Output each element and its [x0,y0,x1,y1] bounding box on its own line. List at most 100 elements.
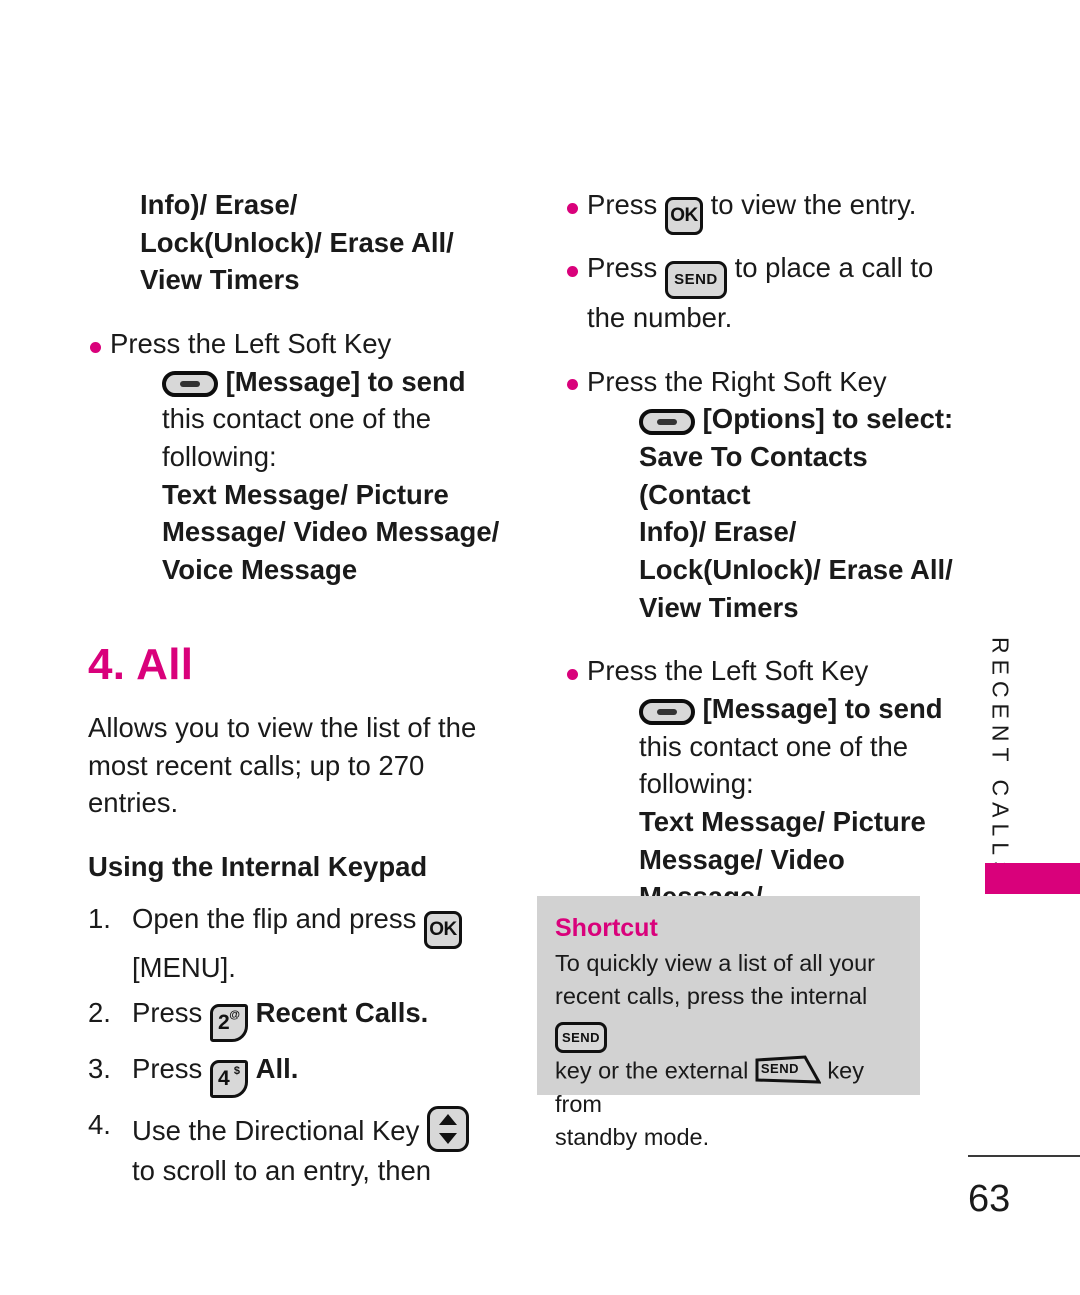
bullet-dot-icon [567,265,578,277]
bullet-dot-icon [567,379,578,391]
options-list-line-3: Lock(Unlock)/ Erase All/ [639,554,953,586]
external-send-key-label: SEND [760,1061,799,1077]
message-label: [Message] to send [702,693,943,725]
step-4-text-before: Use the Directional Key [132,1115,420,1147]
soft-key-icon [639,409,695,436]
options-list-line-1: Save To Contacts (Contact [639,441,868,510]
internal-send-key-icon: SEND [555,1022,607,1054]
step-4: 4. Use the Directional Key to scroll to … [88,1106,508,1190]
shortcut-box: Shortcut To quickly view a list of all y… [537,896,920,1150]
bullet-left-soft-key-right-line4: following: [639,768,754,800]
shortcut-line-3-text-before: key or the external [555,1057,749,1084]
bullet-press-ok-text: Press OK to view the entry. [587,186,965,236]
options-list-line-2: Info)/ Erase/ [639,516,797,548]
step-2-text-before: Press [132,997,203,1029]
footer-divider [968,1155,1080,1157]
step-3-text-before: Press [132,1053,203,1085]
bullet-press-send-line2: the number. [587,302,733,334]
step-1: 1. Open the flip and press OK [MENU]. [88,900,508,987]
manual-page: Info)/ Erase/ Lock(Unlock)/ Erase All/ V… [0,0,1080,1295]
bullet-press-ok: Press OK to view the entry. [565,186,965,236]
step-4-text-after: to scroll to an entry, then [132,1155,432,1187]
message-type-line-2: Message/ Video Message/ [162,516,500,548]
step-3-text-after: All. [255,1053,299,1085]
bullet-press-ok-lead: Press [587,189,658,220]
soft-key-icon [162,371,218,398]
soft-key-dash-icon [657,708,677,715]
options-label: [Options] to select: [702,403,954,435]
bullet-dot-icon [90,341,101,353]
section-body-text: Allows you to view the list of the most … [88,711,477,819]
bullet-dot-icon [567,202,578,214]
options-continued-line-2: Lock(Unlock)/ Erase All/ [140,226,454,258]
bullet-left-soft-key: Press the Left Soft Key [Message] to sen… [88,325,508,589]
bullet-press-send-lead: Press [587,252,658,284]
soft-key-dash-icon [657,419,677,426]
message-type-line-1: Text Message/ Picture [162,478,449,510]
shortcut-line-1: To quickly view a list of all your [555,950,875,976]
keypad-4-digit: 4 [217,1067,230,1091]
keypad-4-key-icon: 4 $ [209,1060,248,1099]
section-tab-label: RECENT CALLS [987,637,1014,883]
shortcut-line-3: key or the external SEND key from [555,1053,900,1121]
bullet-left-soft-key-line3: this contact one of the [162,403,432,435]
bullet-left-soft-key-line4: following: [162,441,277,473]
shortcut-line-2-text: recent calls, press the internal [555,983,868,1010]
arrow-up-icon [439,1114,457,1126]
step-2-text-after: Recent Calls. [255,997,429,1029]
step-1-number: 1. [88,902,111,934]
left-column: Info)/ Erase/ Lock(Unlock)/ Erase All/ V… [88,186,508,1190]
page-number: 63 [968,1178,1011,1220]
step-3-number: 3. [88,1053,111,1085]
bullet-right-soft-key-lead: Press the Right Soft Key [587,365,887,397]
bullet-left-soft-key-right-line2: [Message] to send [639,690,965,728]
send-key-icon: SEND [664,261,727,300]
bullet-right-soft-key: Press the Right Soft Key [Options] to se… [565,363,965,627]
bullet-right-soft-key-line2: [Options] to select: [639,400,965,438]
keypad-2-digit: 2 [217,1011,230,1035]
step-2-number: 2. [88,997,111,1029]
bullet-press-send-text: Press SEND to place a call to [587,249,965,300]
step-2: 2. Press 2 @ Recent Calls. [88,994,508,1043]
keypad-2-superscript: @ [229,1009,240,1022]
shortcut-line-2: recent calls, press the internal SEND [555,980,900,1054]
bullet-left-soft-key-right-lead: Press the Left Soft Key [587,655,869,687]
shortcut-title: Shortcut [555,914,658,942]
shortcut-line-4: standby mode. [555,1124,710,1151]
options-continued-line-3: View Timers [140,264,300,296]
section-heading-all: 4. All [88,639,194,689]
bullet-press-send-after: to place a call to [734,252,934,284]
section-tab-block [985,863,1080,894]
ok-key-icon: OK [424,910,462,949]
message-label: [Message] to send [225,365,466,397]
bullet-left-soft-key-right-line3: this contact one of the [639,730,909,762]
soft-key-icon [639,698,695,725]
bullet-press-send: Press SEND to place a call to the number… [565,249,965,337]
message-type-right-line-1: Text Message/ Picture [639,806,926,838]
step-3: 3. Press 4 $ All. [88,1050,508,1099]
subheading-internal-keypad: Using the Internal Keypad [88,851,428,882]
bullet-dot-icon [567,668,578,680]
step-1-text-before: Open the flip and press [132,902,417,934]
bullet-left-soft-key-line2: [Message] to send [162,363,508,401]
step-1-text-after: [MENU]. [132,951,236,983]
options-continued-line-1: Info)/ Erase/ [140,189,298,220]
directional-key-icon [427,1106,469,1153]
step-4-number: 4. [88,1109,111,1141]
bullet-left-soft-key-lead: Press the Left Soft Key [110,328,392,360]
ok-key-icon: OK [664,197,703,236]
keypad-2-key-icon: 2 @ [209,1004,248,1043]
message-type-line-3: Voice Message [162,554,358,586]
keypad-4-superscript: $ [233,1065,240,1078]
external-send-key-icon: SEND [755,1053,821,1085]
right-column: Press OK to view the entry. Press SEND t… [565,186,965,954]
arrow-down-icon [439,1133,457,1145]
